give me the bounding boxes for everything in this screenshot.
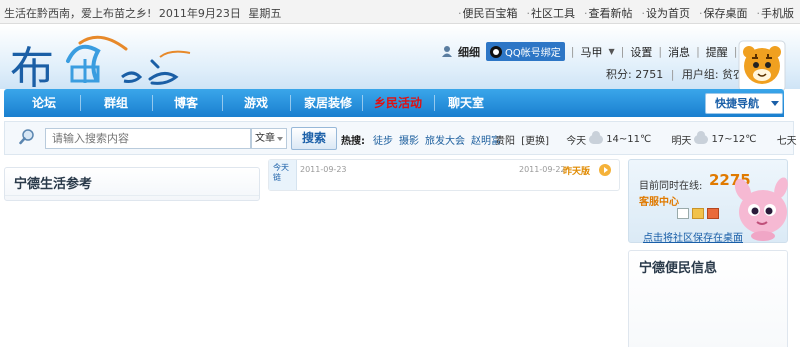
user-stats: 积分: 2751 | 用户组: 贫农	[606, 66, 744, 82]
toplink-save-desktop[interactable]: 保存桌面	[699, 5, 748, 21]
search-type-select[interactable]: 文章	[251, 128, 287, 149]
search-button[interactable]: 搜索	[291, 127, 337, 150]
next-arrow-icon[interactable]	[599, 164, 611, 176]
nav-item-forum[interactable]: 论坛	[8, 89, 80, 117]
chevron-down-icon	[771, 101, 779, 106]
weather-seven-day-label: 七天	[776, 136, 797, 147]
nav-item-chat-room[interactable]: 聊天室	[428, 89, 504, 117]
qq-icon	[490, 45, 502, 58]
site-header: 布 细细 QQ帐号绑定 | 马甲 ▼ | 设置 | 消息 | 提醒 | 退出 积…	[0, 25, 800, 93]
search-bar: 文章 搜索 热搜: 徒步 摄影 旅发大会 赵明富 贵阳 [更换] 今天 14~1…	[4, 121, 797, 155]
toplink-mobile[interactable]: 手机版	[757, 5, 794, 21]
home-icon[interactable]	[707, 208, 719, 219]
points-label[interactable]: 积分: 2751	[606, 68, 663, 81]
toplink-set-home[interactable]: 设为首页	[642, 5, 690, 21]
weather-change-city-link[interactable]: [更换]	[521, 136, 549, 147]
current-date: 2011年9月23日	[158, 7, 241, 20]
toplink-toolbox[interactable]: 便民百宝箱	[458, 5, 518, 21]
weather-tomorrow-temp: 17~12℃	[711, 134, 757, 145]
toplink-tools[interactable]: 社区工具	[527, 5, 575, 21]
weather-today: 今天 14~11℃	[566, 131, 652, 147]
panel-title: 宁德生活参考	[14, 177, 93, 192]
site-tagline: 生活在黔西南，爱上布苗之乡! 2011年9月23日 星期五	[4, 5, 285, 21]
cloud-icon	[589, 131, 604, 144]
logo-char-1: 布	[10, 43, 54, 93]
qq-bind-button[interactable]: QQ帐号绑定	[486, 42, 565, 61]
search-input[interactable]	[45, 128, 251, 149]
quick-nav-button[interactable]: 快捷导航	[705, 93, 783, 114]
weather-widget: 贵阳 [更换] 今天 14~11℃ 明天 17~12℃ 七天	[495, 131, 797, 147]
tagline-text: 生活在黔西南，爱上布苗之乡!	[4, 7, 152, 20]
settings-link[interactable]: 设置	[630, 44, 652, 60]
life-reference-panel: 宁德生活参考	[4, 167, 260, 201]
hot-link[interactable]: 旅发大会	[425, 132, 465, 147]
toplink-new-posts[interactable]: 查看新帖	[584, 5, 633, 21]
quick-nav-label: 快捷导航	[715, 97, 759, 110]
separator: |	[570, 45, 575, 58]
hot-link[interactable]: 徒步	[373, 132, 393, 147]
weather-today-label: 今天	[566, 136, 587, 147]
main-nav: 论坛 群组 博客 游戏 家居装修 乡民活动 聊天室	[4, 89, 784, 117]
customer-service-link[interactable]: 客服中心	[639, 193, 679, 208]
online-label: 目前同时在线:	[639, 181, 703, 192]
nav-item-home-decor[interactable]: 家居装修	[288, 89, 368, 117]
mail-icon[interactable]	[692, 208, 704, 219]
mascot-image	[734, 177, 788, 241]
daily-edition-strip: 今天 链 2011-09-23 2011-09-22 昨天版	[268, 159, 620, 191]
edition-date-current: 2011-09-23	[300, 165, 347, 174]
weather-today-temp: 14~11℃	[606, 134, 652, 145]
panel-title: 宁德便民信息	[639, 261, 718, 276]
nav-item-village-events[interactable]: 乡民活动	[358, 89, 438, 117]
user-area: 细细 QQ帐号绑定 | 马甲 ▼ | 设置 | 消息 | 提醒 | 退出	[442, 42, 766, 61]
site-logo[interactable]: 布	[10, 31, 210, 93]
hot-search-label: 热搜:	[341, 136, 365, 147]
cloud-icon	[694, 131, 709, 144]
today-tag-line-2: 链	[273, 173, 281, 182]
weather-tomorrow: 明天 17~12℃	[671, 131, 757, 147]
user-icon	[442, 46, 452, 57]
yesterday-edition-link[interactable]: 昨天版	[563, 164, 590, 177]
horse-switch-link[interactable]: 马甲	[580, 44, 602, 60]
hot-link[interactable]: 摄影	[399, 132, 419, 147]
save-to-desktop-link[interactable]: 点击将社区保存在桌面	[643, 229, 743, 244]
search-icon	[19, 129, 34, 145]
search-type-value: 文章	[255, 133, 275, 144]
service-icons	[677, 208, 719, 219]
separator: |	[670, 68, 675, 81]
qq-bind-label: QQ帐号绑定	[505, 48, 561, 59]
hot-search-links: 徒步 摄影 旅发大会 赵明富	[373, 132, 501, 147]
top-links: 便民百宝箱 社区工具 查看新帖 设为首页 保存桌面 手机版	[458, 5, 795, 21]
reminders-link[interactable]: 提醒	[706, 44, 728, 60]
convenience-info-panel: 宁德便民信息	[628, 250, 788, 347]
weather-city: 贵阳	[495, 136, 515, 147]
separator: |	[658, 45, 663, 58]
current-weekday: 星期五	[248, 7, 282, 20]
divider	[5, 195, 259, 196]
messages-link[interactable]: 消息	[668, 44, 690, 60]
separator: |	[696, 45, 700, 58]
edition-date-previous: 2011-09-22	[519, 165, 566, 174]
avatar[interactable]	[738, 40, 786, 92]
separator: |	[733, 45, 738, 58]
print-icon[interactable]	[677, 208, 689, 219]
user-group-label[interactable]: 用户组: 贫农	[682, 68, 744, 81]
top-bar: 生活在黔西南，爱上布苗之乡! 2011年9月23日 星期五 便民百宝箱 社区工具…	[0, 0, 800, 24]
username-link[interactable]: 细细	[458, 44, 480, 60]
nav-item-groups[interactable]: 群组	[80, 89, 152, 117]
chevron-down-icon[interactable]: ▼	[608, 47, 614, 56]
nav-item-games[interactable]: 游戏	[220, 89, 292, 117]
weather-tomorrow-label: 明天	[671, 136, 692, 147]
today-tag: 今天 链	[269, 160, 297, 190]
separator: |	[620, 45, 625, 58]
nav-item-blog[interactable]: 博客	[150, 89, 222, 117]
chevron-down-icon	[277, 137, 283, 141]
weather-seven-day[interactable]: 七天	[777, 132, 797, 147]
